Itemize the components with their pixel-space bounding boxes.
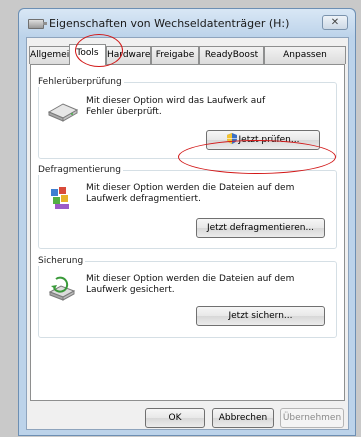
backup-icon	[48, 276, 76, 301]
ok-button[interactable]: OK	[145, 408, 205, 428]
title-bar[interactable]: Eigenschaften von Wechseldatenträger (H:…	[19, 9, 355, 37]
tab-allgemein[interactable]: Allgemein	[29, 46, 70, 64]
defrag-description: Mit dieser Option werden die Dateien auf…	[86, 183, 295, 204]
defrag-icon	[51, 187, 69, 209]
close-button[interactable]: ✕	[322, 15, 348, 30]
backup-description: Mit dieser Option werden die Dateien auf…	[86, 274, 295, 295]
error-check-group: Fehlerüberprüfung Mit dieser Option wird…	[38, 77, 337, 159]
uac-shield-icon	[226, 133, 237, 144]
tools-tab-panel: Fehlerüberprüfung Mit dieser Option wird…	[30, 64, 345, 401]
tab-anpassen[interactable]: Anpassen	[264, 46, 346, 64]
error-check-label: Fehlerüberprüfung	[38, 77, 124, 87]
error-check-description: Mit dieser Option wird das Laufwerk auf …	[86, 96, 266, 117]
hard-drive-check-icon	[47, 103, 79, 122]
cancel-button[interactable]: Abbrechen	[212, 408, 274, 428]
tab-readyboost[interactable]: ReadyBoost	[199, 46, 264, 64]
tab-freigabe[interactable]: Freigabe	[151, 46, 199, 64]
window-title: Eigenschaften von Wechseldatenträger (H:…	[49, 17, 290, 30]
backup-now-button[interactable]: Jetzt sichern...	[196, 306, 325, 326]
backup-label: Sicherung	[38, 256, 86, 266]
check-now-button[interactable]: Jetzt prüfen...	[206, 130, 320, 150]
defrag-group: Defragmentierung Mit dieser Option werde…	[38, 165, 337, 249]
removable-drive-icon	[28, 19, 47, 29]
apply-button[interactable]: Übernehmen	[280, 408, 344, 428]
defragment-now-button[interactable]: Jetzt defragmentieren...	[196, 218, 325, 238]
tab-tools[interactable]: Tools	[69, 44, 106, 65]
defrag-label: Defragmentierung	[38, 165, 123, 175]
dialog-client: Allgemein Tools Hardware Freigabe ReadyB…	[26, 37, 349, 430]
backup-group: Sicherung Mit dieser Option werden die D…	[38, 256, 337, 338]
tab-hardware[interactable]: Hardware	[106, 46, 151, 64]
tab-strip: Allgemein Tools Hardware Freigabe ReadyB…	[29, 44, 347, 65]
properties-dialog: Eigenschaften von Wechseldatenträger (H:…	[18, 8, 356, 436]
